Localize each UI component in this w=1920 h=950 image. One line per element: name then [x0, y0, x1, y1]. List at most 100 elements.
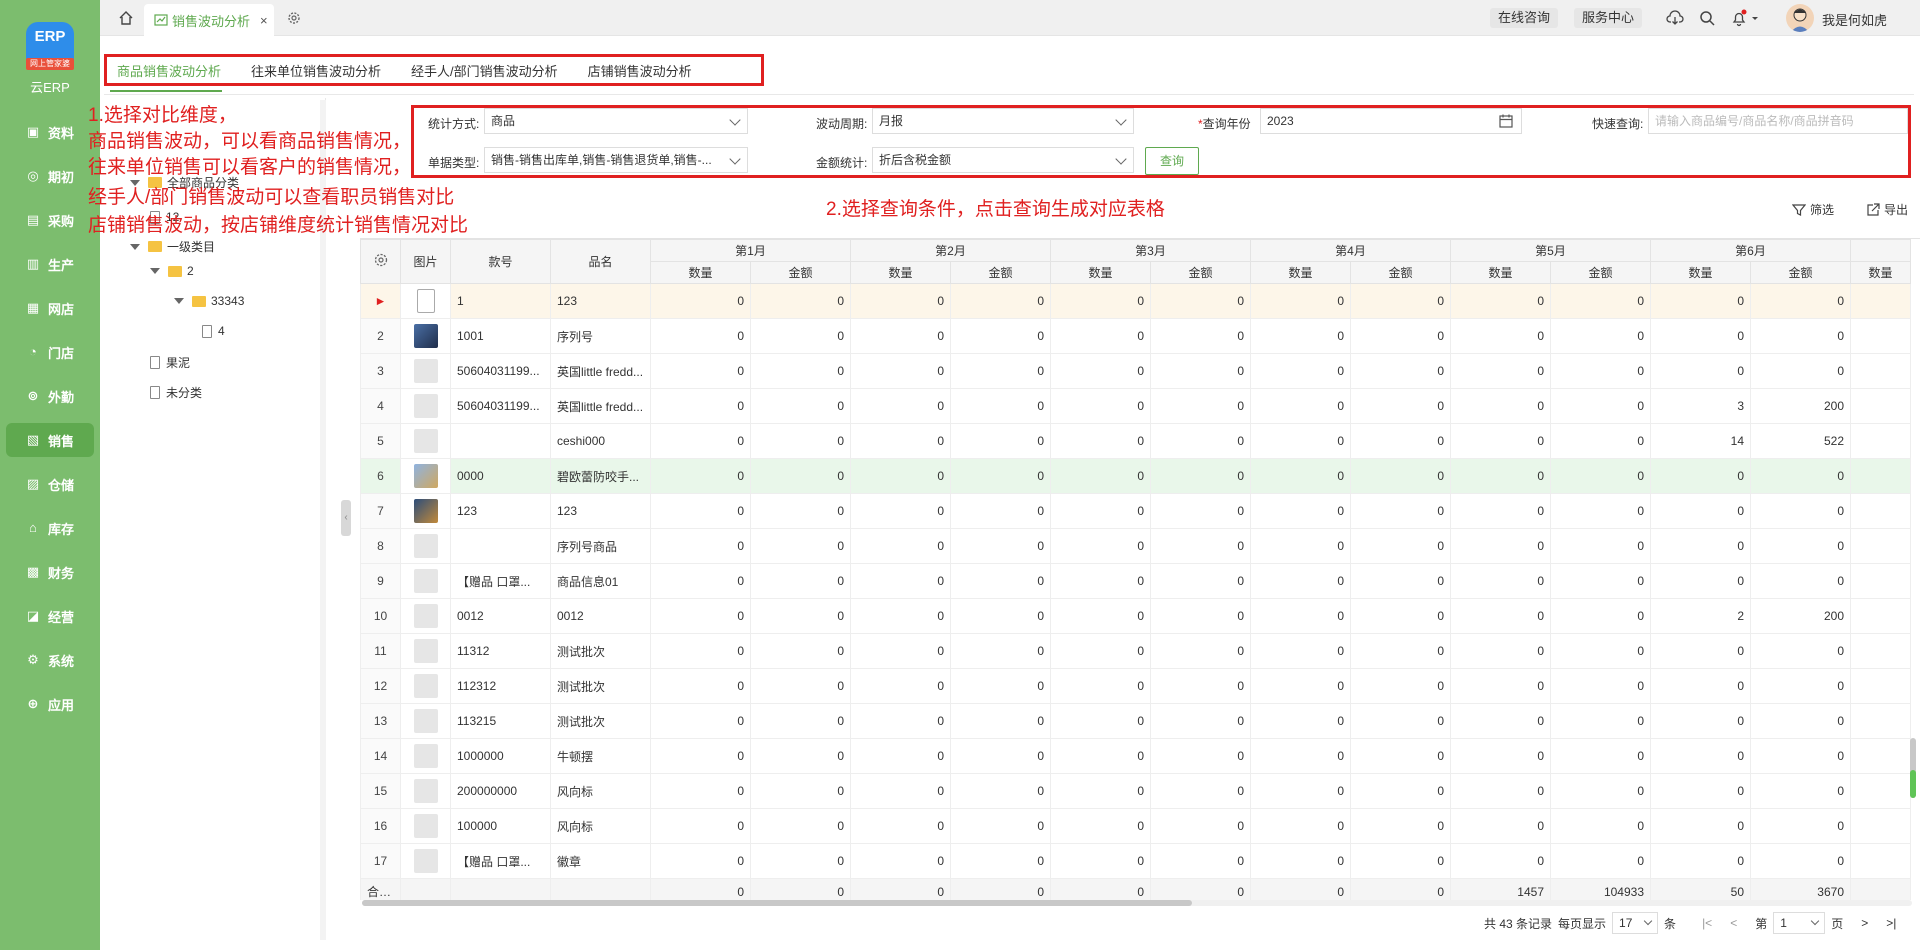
table-row[interactable]: ► 1 123 0 0 0 0 0 0 0 0 0 0 0 0 — [360, 283, 1911, 319]
tree-node[interactable]: 33343 — [174, 294, 244, 308]
table-row[interactable]: 3 50604031199... 英国little fredd... 0 0 0 0 0 0 0 0… — [360, 353, 1911, 389]
horizontal-scrollbar[interactable] — [362, 900, 1192, 906]
query-button[interactable]: 查询 — [1145, 147, 1199, 175]
gear-icon[interactable] — [373, 252, 389, 268]
next-page-button[interactable]: > — [1861, 916, 1868, 930]
table-row[interactable]: 6 0000 碧欧蕾防咬手... 0 0 0 0 0 0 0 0 0 0 0 0 — [360, 458, 1911, 494]
tree-node[interactable]: 一级类目 — [130, 238, 215, 255]
table-row[interactable]: 15 200000000 风向标 0 0 0 0 0 0 0 0 0 0 0 0 — [360, 773, 1911, 809]
period-select[interactable]: 月报 — [872, 108, 1134, 134]
table-row[interactable]: 17 【赠品 口罩... 徽章 0 0 0 0 0 0 0 0 0 0 0 0 — [360, 843, 1911, 879]
page-number-select[interactable]: 1 — [1773, 912, 1826, 934]
cloud-download-icon[interactable] — [1666, 9, 1684, 27]
sidebar-item-12[interactable]: ⚙ 系统 — [6, 643, 94, 677]
tree-node[interactable]: 4 — [202, 324, 225, 338]
tree-node-label: 果泥 — [166, 356, 191, 370]
sidebar-item-7[interactable]: ▧ 销售 — [6, 423, 94, 457]
per-page-select[interactable]: 17 — [1612, 912, 1659, 934]
sidebar-item-6[interactable]: ⊚ 外勤 — [6, 379, 94, 413]
gear-icon[interactable] — [286, 10, 302, 26]
amount-cell: 0 — [1750, 353, 1851, 389]
prev-page-button[interactable]: < — [1730, 916, 1737, 930]
stat-method-select[interactable]: 商品 — [484, 108, 748, 134]
table-row[interactable]: 16 100000 风向标 0 0 0 0 0 0 0 0 0 0 0 0 — [360, 808, 1911, 844]
image-placeholder-icon[interactable] — [413, 534, 438, 558]
tree-node[interactable]: 未分类 — [150, 384, 202, 401]
sidebar-item-4[interactable]: ▦ 网店 — [6, 291, 94, 325]
caret-down-icon[interactable] — [174, 298, 184, 304]
tree-node[interactable]: 果泥 — [150, 354, 190, 371]
table-row[interactable]: 11 11312 测试批次 0 0 0 0 0 0 0 0 0 0 0 0 — [360, 633, 1911, 669]
search-icon[interactable] — [1698, 9, 1716, 27]
image-placeholder-icon[interactable] — [413, 604, 438, 628]
caret-down-icon[interactable] — [130, 243, 140, 250]
image-placeholder-icon[interactable] — [413, 779, 438, 803]
collapse-panel-handle[interactable]: ‹ — [341, 500, 351, 536]
tab-product[interactable]: 商品销售波动分析 — [111, 61, 241, 80]
sidebar-item-3[interactable]: ▥ 生产 — [6, 247, 94, 281]
amount-cell: 0 — [1750, 703, 1851, 739]
product-thumbnail[interactable] — [413, 499, 438, 523]
page-unit: 页 — [1831, 916, 1844, 931]
avatar[interactable] — [1786, 4, 1814, 32]
tree-node-label: 33343 — [211, 294, 245, 308]
table-row[interactable]: 10 0012 0012 0 0 0 0 0 0 0 0 0 0 2 200 — [360, 598, 1911, 634]
table-row[interactable]: 13 113215 测试批次 0 0 0 0 0 0 0 0 0 0 0 0 — [360, 703, 1911, 739]
online-consult-button[interactable]: 在线咨询 — [1490, 8, 1559, 28]
image-placeholder-icon[interactable] — [413, 814, 438, 838]
image-placeholder-icon[interactable] — [413, 744, 438, 768]
sidebar-item-1[interactable]: ◎ 期初 — [6, 159, 94, 193]
home-icon[interactable] — [118, 10, 134, 26]
sidebar-item-5[interactable]: ◔ 门店 — [6, 335, 94, 369]
sidebar-item-11[interactable]: ◪ 经营 — [6, 599, 94, 633]
filter-button[interactable]: 筛选 — [1792, 201, 1834, 218]
table-row[interactable]: 8 序列号商品 0 0 0 0 0 0 0 0 0 0 0 0 — [360, 528, 1911, 564]
doc-type-select[interactable]: 销售-销售出库单,销售-销售退货单,销售-... — [484, 147, 748, 173]
calendar-icon[interactable] — [1499, 114, 1513, 128]
table-row[interactable]: 4 50604031199... 英国little fredd... 0 0 0 0 0 0 0 0… — [360, 388, 1911, 424]
caret-down-icon[interactable] — [1750, 9, 1760, 27]
bell-icon[interactable] — [1730, 9, 1748, 27]
image-placeholder-icon[interactable] — [413, 709, 438, 733]
image-placeholder-icon[interactable] — [413, 639, 438, 663]
sidebar-item-0[interactable]: ▣ 资料 — [6, 115, 94, 149]
sidebar-item-8[interactable]: ▨ 仓储 — [6, 467, 94, 501]
caret-down-icon[interactable] — [150, 268, 160, 274]
close-tab-icon[interactable]: × — [260, 13, 268, 28]
product-image-cell — [400, 808, 451, 844]
image-placeholder-icon[interactable] — [413, 569, 438, 593]
product-thumbnail[interactable] — [413, 324, 438, 348]
tab-sales-fluctuation[interactable]: 销售波动分析 × — [144, 4, 274, 36]
amount-stat-select[interactable]: 折后含税金额 — [872, 147, 1134, 173]
image-placeholder-icon[interactable] — [413, 394, 438, 418]
image-placeholder-icon[interactable] — [413, 359, 438, 383]
product-thumbnail[interactable] — [416, 289, 435, 313]
image-placeholder-icon[interactable] — [413, 429, 438, 453]
table-row[interactable]: 14 1000000 牛顿摆 0 0 0 0 0 0 0 0 0 0 0 0 — [360, 738, 1911, 774]
last-page-button[interactable]: >| — [1886, 916, 1896, 930]
sidebar-item-2[interactable]: ▤ 采购 — [6, 203, 94, 237]
sidebar-item-10[interactable]: ▩ 财务 — [6, 555, 94, 589]
header-month: 第2月 — [850, 239, 1051, 262]
image-placeholder-icon[interactable] — [413, 674, 438, 698]
table-row[interactable]: 5 ceshi000 0 0 0 0 0 0 0 0 0 0 14 522 — [360, 423, 1911, 459]
table-row[interactable]: 12 112312 测试批次 0 0 0 0 0 0 0 0 0 0 0 0 — [360, 668, 1911, 704]
tree-node[interactable]: 2 — [150, 264, 194, 278]
tab-handler-dept[interactable]: 经手人/部门销售波动分析 — [405, 61, 578, 80]
product-thumbnail[interactable] — [413, 464, 438, 488]
username[interactable]: 我是何如虎 — [1822, 10, 1887, 29]
sidebar-item-13[interactable]: ⊕ 应用 — [6, 687, 94, 721]
sidebar-item-9[interactable]: ⌂ 库存 — [6, 511, 94, 545]
year-picker[interactable]: 2023 — [1260, 108, 1522, 134]
quick-search-input[interactable]: 请输入商品编号/商品名称/商品拼音码 — [1648, 108, 1908, 134]
first-page-button[interactable]: |< — [1702, 916, 1712, 930]
service-center-button[interactable]: 服务中心 — [1574, 8, 1643, 28]
tab-partner[interactable]: 往来单位销售波动分析 — [245, 61, 401, 80]
image-placeholder-icon[interactable] — [413, 849, 438, 873]
finance-icon: ▩ — [26, 564, 40, 579]
export-button[interactable]: 导出 — [1866, 201, 1908, 218]
table-row[interactable]: 2 1001 序列号 0 0 0 0 0 0 0 0 0 0 0 0 — [360, 318, 1911, 354]
table-row[interactable]: 7 123 123 0 0 0 0 0 0 0 0 0 0 0 0 — [360, 493, 1911, 529]
table-row[interactable]: 9 【赠品 口罩... 商品信息01 0 0 0 0 0 0 0 0 0 0 0 0 — [360, 563, 1911, 599]
tab-store[interactable]: 店铺销售波动分析 — [582, 61, 712, 80]
